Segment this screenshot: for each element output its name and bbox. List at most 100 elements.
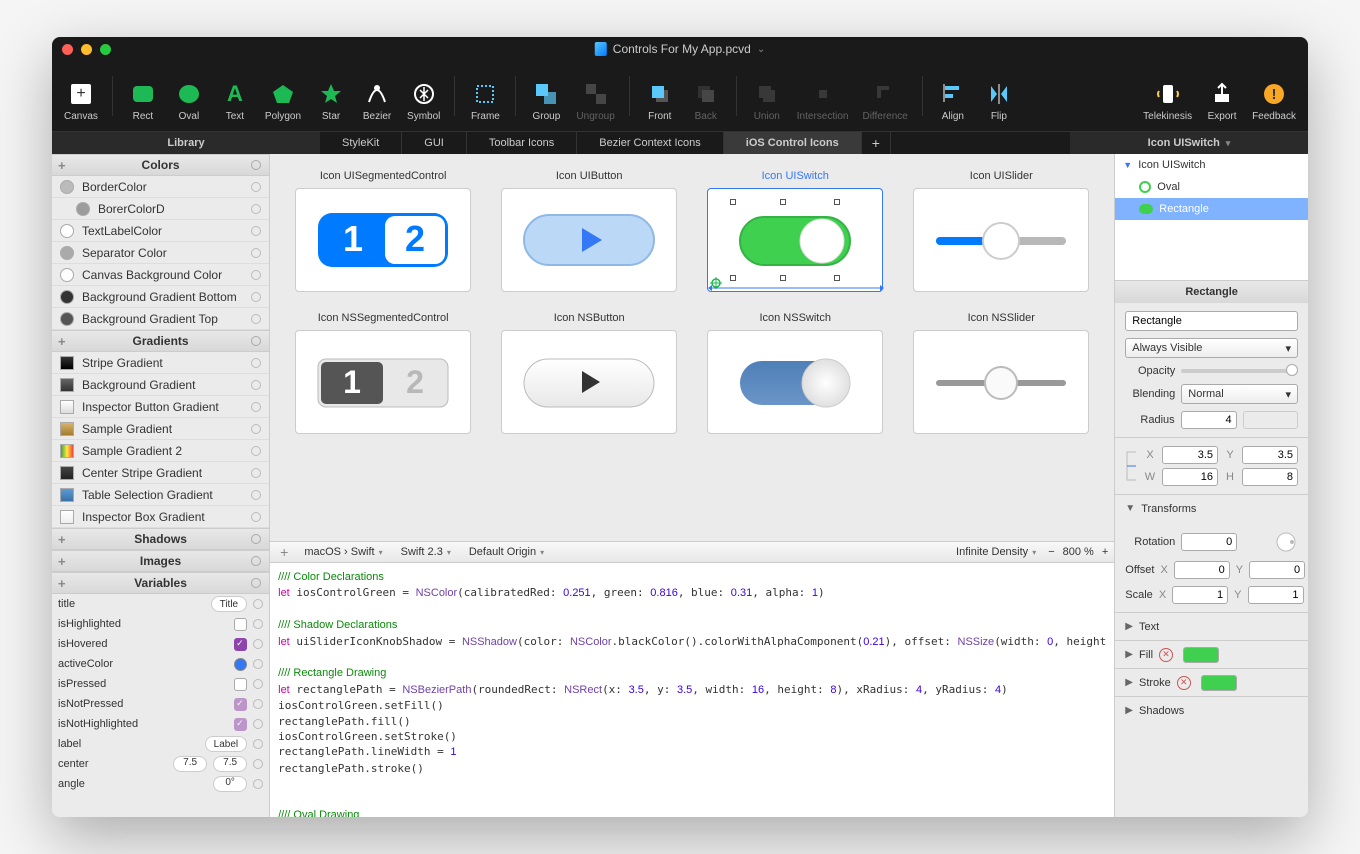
tab-ios-control-icons[interactable]: iOS Control Icons — [724, 132, 862, 154]
tab-bezier-context-icons[interactable]: Bezier Context Icons — [577, 132, 724, 154]
images-section-header[interactable]: +Images — [52, 550, 269, 572]
opacity-slider[interactable] — [1181, 369, 1298, 373]
color-item[interactable]: Separator Color — [52, 242, 269, 264]
variable-item[interactable]: isNotHighlighted — [52, 714, 269, 734]
y-input[interactable] — [1242, 446, 1298, 464]
param-ring-icon[interactable] — [251, 446, 261, 456]
color-item[interactable]: Background Gradient Bottom — [52, 286, 269, 308]
back-button[interactable]: Back — [684, 66, 728, 126]
color-var-swatch[interactable] — [234, 658, 247, 671]
param-ring-icon[interactable] — [251, 380, 261, 390]
zoom-out-button[interactable]: − — [1048, 546, 1054, 558]
inspector-tab[interactable]: Icon UISwitch ▾ — [1070, 132, 1308, 154]
language-select[interactable]: Swift 2.3▾ — [395, 546, 457, 558]
add-image-icon[interactable]: + — [58, 554, 66, 569]
w-input[interactable] — [1162, 468, 1218, 486]
stroke-color-swatch[interactable] — [1201, 675, 1237, 691]
intersection-button[interactable]: Intersection — [791, 66, 855, 126]
origin-select[interactable]: Default Origin▾ — [463, 546, 550, 558]
variable-item[interactable]: titleTitle — [52, 594, 269, 614]
colors-section-header[interactable]: +Colors — [52, 154, 269, 176]
num-var-value[interactable]: 0° — [213, 776, 247, 792]
code-add-button[interactable]: + — [276, 544, 292, 560]
canvas-icon-thumb[interactable] — [707, 330, 883, 434]
param-ring-icon[interactable] — [253, 599, 263, 609]
gradient-item[interactable]: Table Selection Gradient — [52, 484, 269, 506]
param-ring-icon[interactable] — [251, 314, 261, 324]
shadows-section[interactable]: ▶Shadows — [1115, 696, 1308, 724]
canvas-icon-cell[interactable]: Icon UISwitch — [702, 170, 888, 292]
gradient-item[interactable]: Sample Gradient 2 — [52, 440, 269, 462]
shadows-section-header[interactable]: +Shadows — [52, 528, 269, 550]
zoom-window-button[interactable] — [100, 44, 111, 55]
color-item[interactable]: TextLabelColor — [52, 220, 269, 242]
param-ring-icon[interactable] — [251, 204, 261, 214]
param-ring-icon[interactable] — [251, 402, 261, 412]
tab-gui[interactable]: GUI — [402, 132, 467, 154]
density-select[interactable]: Infinite Density▾ — [950, 546, 1042, 558]
param-ring-icon[interactable] — [251, 248, 261, 258]
rotation-input[interactable] — [1181, 533, 1237, 551]
text-section[interactable]: ▶Text — [1115, 612, 1308, 640]
color-item[interactable]: Canvas Background Color — [52, 264, 269, 286]
visibility-select[interactable]: Always Visible▾ — [1125, 338, 1298, 358]
gradient-item[interactable]: Stripe Gradient — [52, 352, 269, 374]
param-ring-icon[interactable] — [251, 490, 261, 500]
canvas-icon-thumb[interactable] — [501, 188, 677, 292]
canvas-icon-cell[interactable]: Icon NSSlider — [908, 312, 1094, 434]
offset-y-input[interactable] — [1249, 561, 1305, 579]
zoom-in-button[interactable]: + — [1102, 546, 1108, 558]
document-dropdown-icon[interactable]: ⌄ — [757, 44, 765, 55]
variables-section-header[interactable]: +Variables — [52, 572, 269, 594]
rotation-dial-icon[interactable] — [1274, 530, 1298, 554]
text-var-value[interactable]: Title — [211, 596, 248, 612]
canvas-icon-cell[interactable]: Icon NSButton — [496, 312, 682, 434]
bezier-button[interactable]: Bezier — [355, 66, 399, 126]
text-var-value[interactable]: Label — [205, 736, 247, 752]
canvas-icon-cell[interactable]: Icon NSSwitch — [702, 312, 888, 434]
gradient-item[interactable]: Background Gradient — [52, 374, 269, 396]
checkbox[interactable] — [234, 638, 247, 651]
add-gradient-icon[interactable]: + — [58, 334, 66, 349]
gradient-item[interactable]: Sample Gradient — [52, 418, 269, 440]
add-color-icon[interactable]: + — [58, 158, 66, 173]
param-ring-icon[interactable] — [253, 739, 263, 749]
color-item[interactable]: Background Gradient Top — [52, 308, 269, 330]
add-shadow-icon[interactable]: + — [58, 532, 66, 547]
variable-item[interactable]: isNotPressed — [52, 694, 269, 714]
param-ring-icon[interactable] — [253, 699, 263, 709]
variable-item[interactable]: isHovered — [52, 634, 269, 654]
polygon-button[interactable]: Polygon — [259, 66, 307, 126]
position-anchor-icon[interactable] — [1125, 450, 1136, 482]
color-item[interactable]: BorerColorD — [52, 198, 269, 220]
checkbox[interactable] — [234, 698, 247, 711]
union-button[interactable]: Union — [745, 66, 789, 126]
param-ring-icon[interactable] — [253, 779, 263, 789]
variable-item[interactable]: isHighlighted — [52, 614, 269, 634]
param-ring-icon[interactable] — [253, 679, 263, 689]
corner-selector[interactable] — [1243, 411, 1298, 429]
text-button[interactable]: AText — [213, 66, 257, 126]
param-ring-icon[interactable] — [253, 639, 263, 649]
offset-x-input[interactable] — [1174, 561, 1230, 579]
minimize-window-button[interactable] — [81, 44, 92, 55]
telekinesis-button[interactable]: Telekinesis — [1137, 66, 1198, 126]
checkbox[interactable] — [234, 718, 247, 731]
variable-item[interactable]: center7.57.5 — [52, 754, 269, 774]
canvas-icon-thumb[interactable] — [707, 188, 883, 292]
canvas-icon-thumb[interactable]: 12 — [295, 188, 471, 292]
front-button[interactable]: Front — [638, 66, 682, 126]
canvas-button[interactable]: + Canvas — [58, 66, 104, 126]
scale-y-input[interactable] — [1248, 586, 1304, 604]
feedback-button[interactable]: !Feedback — [1246, 66, 1302, 126]
gradients-section-header[interactable]: +Gradients — [52, 330, 269, 352]
canvas-icon-cell[interactable]: Icon NSSegmentedControl12 — [290, 312, 476, 434]
variable-item[interactable]: activeColor — [52, 654, 269, 674]
library-tab[interactable]: Library — [52, 132, 320, 154]
delete-fill-icon[interactable]: ✕ — [1159, 648, 1173, 662]
delete-stroke-icon[interactable]: ✕ — [1177, 676, 1191, 690]
gradient-item[interactable]: Center Stripe Gradient — [52, 462, 269, 484]
difference-button[interactable]: Difference — [856, 66, 913, 126]
tree-oval-row[interactable]: Oval — [1115, 176, 1308, 198]
param-ring-icon[interactable] — [251, 270, 261, 280]
